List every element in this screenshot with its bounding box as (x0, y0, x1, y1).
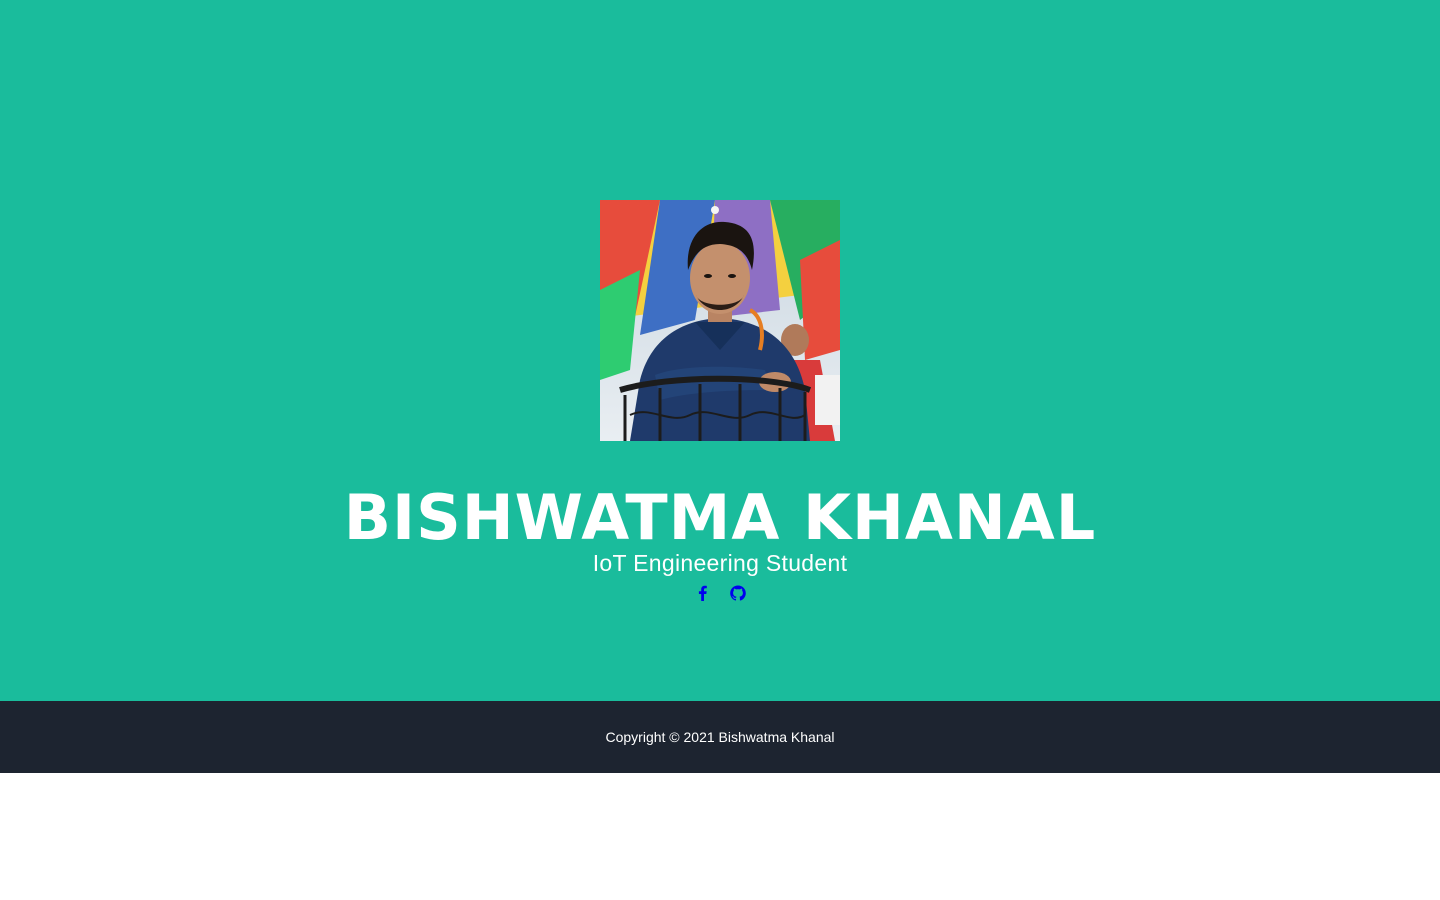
social-links (0, 583, 1440, 603)
footer: Copyright © 2021 Bishwatma Khanal (0, 701, 1440, 773)
facebook-icon (698, 585, 707, 601)
profile-subtitle: IoT Engineering Student (592, 550, 848, 576)
github-icon (730, 585, 746, 601)
facebook-link[interactable] (694, 583, 710, 603)
profile-photo (600, 200, 840, 441)
github-link[interactable] (730, 583, 746, 603)
copyright-text: Copyright © 2021 Bishwatma Khanal (605, 729, 835, 745)
profile-name: BISHWATMA KHANAL (343, 481, 1097, 554)
hero-section: BISHWATMA KHANAL IoT Engineering Student (0, 0, 1440, 701)
